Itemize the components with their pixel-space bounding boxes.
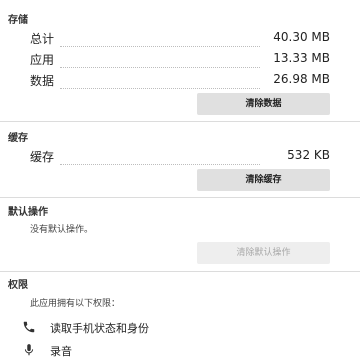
app-info-screen: 存储 总计 40.30 MB 应用 13.33 MB 数据 26.98 MB 清… (0, 0, 360, 360)
section-divider (0, 121, 360, 122)
storage-app-value: 13.33 MB (273, 51, 330, 65)
storage-section-header: 存储 (8, 15, 28, 26)
storage-data-label: 数据 (30, 74, 55, 88)
storage-data-value: 26.98 MB (273, 72, 330, 86)
dotted-leader (60, 46, 260, 47)
section-divider (0, 197, 360, 198)
cache-value: 532 KB (287, 148, 330, 162)
cache-label: 缓存 (30, 150, 55, 164)
storage-total-value: 40.30 MB (273, 30, 330, 44)
permissions-section-header: 权限 (8, 280, 28, 291)
permissions-intro: 此应用拥有以下权限： (30, 299, 121, 309)
clear-data-button[interactable]: 清除数据 (197, 93, 330, 115)
defaults-section-header: 默认操作 (8, 207, 48, 218)
storage-app-row: 应用 13.33 MB (30, 49, 330, 69)
dotted-leader (60, 67, 260, 68)
clear-cache-button[interactable]: 清除缓存 (197, 169, 330, 191)
microphone-icon (24, 344, 34, 356)
clear-defaults-button[interactable]: 清除默认操作 (197, 242, 330, 264)
storage-data-row: 数据 26.98 MB (30, 70, 330, 90)
dotted-leader (60, 88, 260, 89)
dotted-leader (60, 164, 260, 165)
storage-total-label: 总计 (30, 32, 55, 46)
storage-app-label: 应用 (30, 53, 55, 67)
permission-label: 读取手机状态和身份 (50, 322, 149, 335)
storage-total-row: 总计 40.30 MB (30, 28, 330, 48)
cache-section-header: 缓存 (8, 133, 28, 144)
permission-label: 录音 (50, 345, 72, 358)
cache-row: 缓存 532 KB (30, 146, 330, 166)
defaults-description: 没有默认操作。 (30, 225, 94, 235)
section-divider (0, 271, 360, 272)
phone-icon (23, 321, 35, 333)
